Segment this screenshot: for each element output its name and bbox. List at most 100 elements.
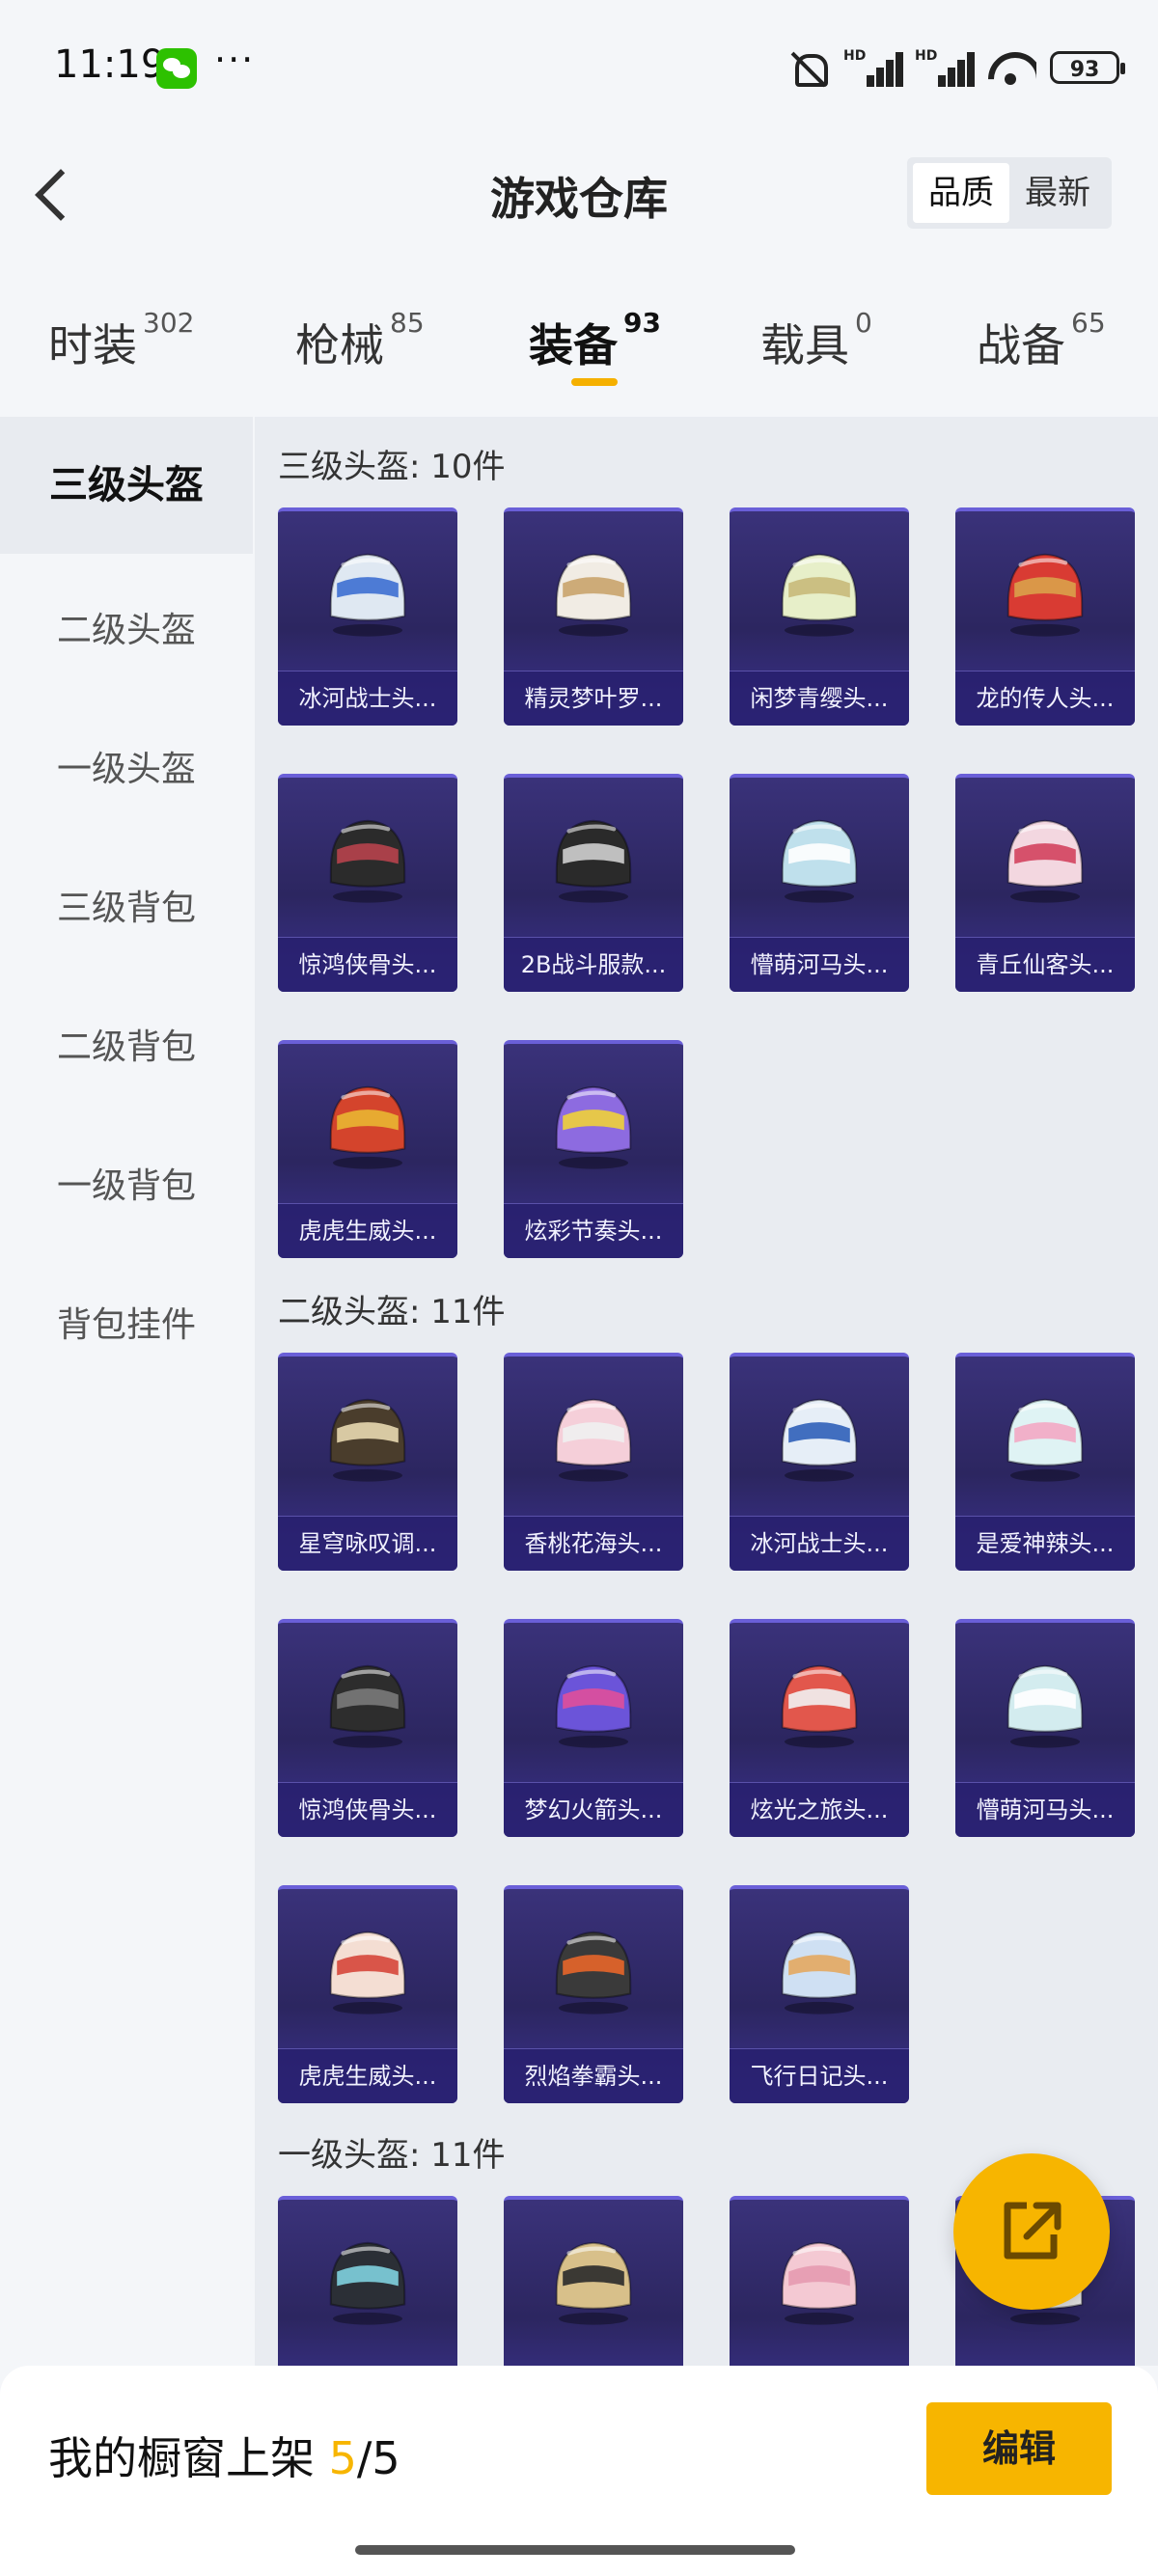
item-card[interactable]: 炫光之旅头... [730,1619,909,1837]
item-card[interactable]: 烈焰拳霸头... [504,1885,683,2103]
tab-count: 93 [623,307,661,339]
item-name: 惊鸿侠骨头... [278,1782,457,1837]
tab-count: 65 [1071,307,1106,339]
helmet-icon [329,1398,406,1482]
item-card[interactable]: 虎虎生威头... [278,1040,457,1258]
item-card[interactable]: 冰河战士头... [278,507,457,726]
item-card[interactable]: 飞行日记头... [730,1885,909,2103]
tab-label: 装备 [529,319,618,371]
item-card[interactable]: 青丘仙客头... [955,774,1135,992]
tab-label: 战备 [977,319,1065,371]
item-name: 虎虎生威头... [278,1203,457,1258]
item-name: 2B战斗服款... [504,937,683,992]
status-bar: 11:19 ··· HD HD 93 [0,0,1158,135]
item-card[interactable]: 惊鸿侠骨头... [278,1619,457,1837]
item-card[interactable]: 惊鸿侠骨头... [278,774,457,992]
item-card[interactable]: 2B战斗服款... [504,774,683,992]
signal-icon: HD [843,48,903,87]
item-name: 懵萌河马头... [955,1782,1135,1837]
tab-weapons[interactable]: 枪械 85 [295,307,425,374]
helmet-icon [329,819,406,903]
sidebar-item-backpack-charm[interactable]: 背包挂件 [0,1297,253,1347]
item-name: 炫彩节奏头... [504,1203,683,1258]
status-more-icon: ··· [214,39,256,81]
sidebar-item-level3-helmet[interactable]: 三级头盔 [0,417,253,554]
signal-icon-2: HD [915,48,975,87]
helmet-icon [1006,553,1084,637]
item-card[interactable]: 虎虎生威头... [278,1885,457,2103]
helmet-icon [1006,1398,1084,1482]
item-name: 冰河战士头... [730,1516,909,1571]
tab-label: 时装 [48,319,137,371]
section-title: 一级头盔: 11件 [278,2136,506,2175]
helmet-icon [555,1398,632,1482]
item-card[interactable]: 炫彩节奏头... [504,1040,683,1258]
item-card[interactable]: 闲梦青缨头... [730,507,909,726]
item-name: 星穹咏叹调... [278,1516,457,1571]
mute-icon [787,48,830,87]
helmet-icon [555,2241,632,2325]
sort-latest-button[interactable]: 最新 [1009,163,1106,223]
item-name: 青丘仙客头... [955,937,1135,992]
status-time: 11:19 [54,42,166,87]
showcase-count: 5 [328,2432,357,2484]
tab-count: 85 [390,307,425,339]
item-name: 梦幻火箭头... [504,1782,683,1837]
item-card[interactable]: 星穹咏叹调... [278,1353,457,1571]
helmet-icon [1006,819,1084,903]
helmet-icon [555,1931,632,2014]
helmet-icon [329,2241,406,2325]
sidebar-item-level3-backpack[interactable]: 三级背包 [0,880,253,930]
sidebar-item-level2-backpack[interactable]: 二级背包 [0,1019,253,1069]
item-name: 烈焰拳霸头... [504,2048,683,2103]
helmet-icon [781,2241,858,2325]
item-name: 飞行日记头... [730,2048,909,2103]
item-card[interactable] [504,2196,683,2366]
category-sidebar: 三级头盔 二级头盔 一级头盔 三级背包 二级背包 一级背包 背包挂件 [0,417,253,2366]
active-tab-indicator [571,378,618,386]
helmet-icon [781,1398,858,1482]
item-card[interactable] [278,2196,457,2366]
showcase-title: 我的橱窗上架 [48,2432,315,2484]
sidebar-item-level1-backpack[interactable]: 一级背包 [0,1158,253,1208]
sort-quality-button[interactable]: 品质 [913,163,1009,223]
tab-supplies[interactable]: 战备 65 [977,307,1106,374]
helmet-icon [781,553,858,637]
item-name: 冰河战士头... [278,671,457,726]
home-indicator[interactable] [355,2545,795,2555]
item-grid: 三级头盔: 10件 二级头盔: 11件 一级头盔: 11件 冰河战士头... 精灵… [255,417,1158,2366]
sidebar-item-level1-helmet[interactable]: 一级头盔 [0,741,253,791]
item-name: 虎虎生威头... [278,2048,457,2103]
tab-count: 302 [143,307,195,339]
item-card[interactable] [730,2196,909,2366]
battery-icon: 93 [1050,51,1125,84]
helmet-icon [781,1931,858,2014]
helmet-icon [329,1664,406,1748]
item-card[interactable]: 懵萌河马头... [730,774,909,992]
item-card[interactable]: 龙的传人头... [955,507,1135,726]
helmet-icon [781,819,858,903]
item-card[interactable]: 香桃花海头... [504,1353,683,1571]
helmet-icon [781,1664,858,1748]
item-card[interactable]: 精灵梦叶罗... [504,507,683,726]
share-button[interactable] [953,2153,1110,2310]
edit-button[interactable]: 编辑 [926,2402,1112,2495]
helmet-icon [1006,1664,1084,1748]
item-card[interactable]: 是爱神辣头... [955,1353,1135,1571]
helmet-icon [555,1664,632,1748]
item-name: 龙的传人头... [955,671,1135,726]
helmet-icon [329,1085,406,1169]
section-title: 三级头盔: 10件 [278,448,506,486]
sort-toggle[interactable]: 品质 最新 [907,157,1112,229]
helmet-icon [555,553,632,637]
tab-fashion[interactable]: 时装 302 [48,307,194,374]
sidebar-item-level2-helmet[interactable]: 二级头盔 [0,602,253,652]
item-card[interactable]: 梦幻火箭头... [504,1619,683,1837]
helmet-icon [329,1931,406,2014]
item-card[interactable]: 懵萌河马头... [955,1619,1135,1837]
tab-vehicles[interactable]: 载具 0 [760,307,872,374]
tab-equipment[interactable]: 装备 93 [529,307,661,374]
helmet-icon [555,1085,632,1169]
item-card[interactable]: 冰河战士头... [730,1353,909,1571]
item-name: 炫光之旅头... [730,1782,909,1837]
